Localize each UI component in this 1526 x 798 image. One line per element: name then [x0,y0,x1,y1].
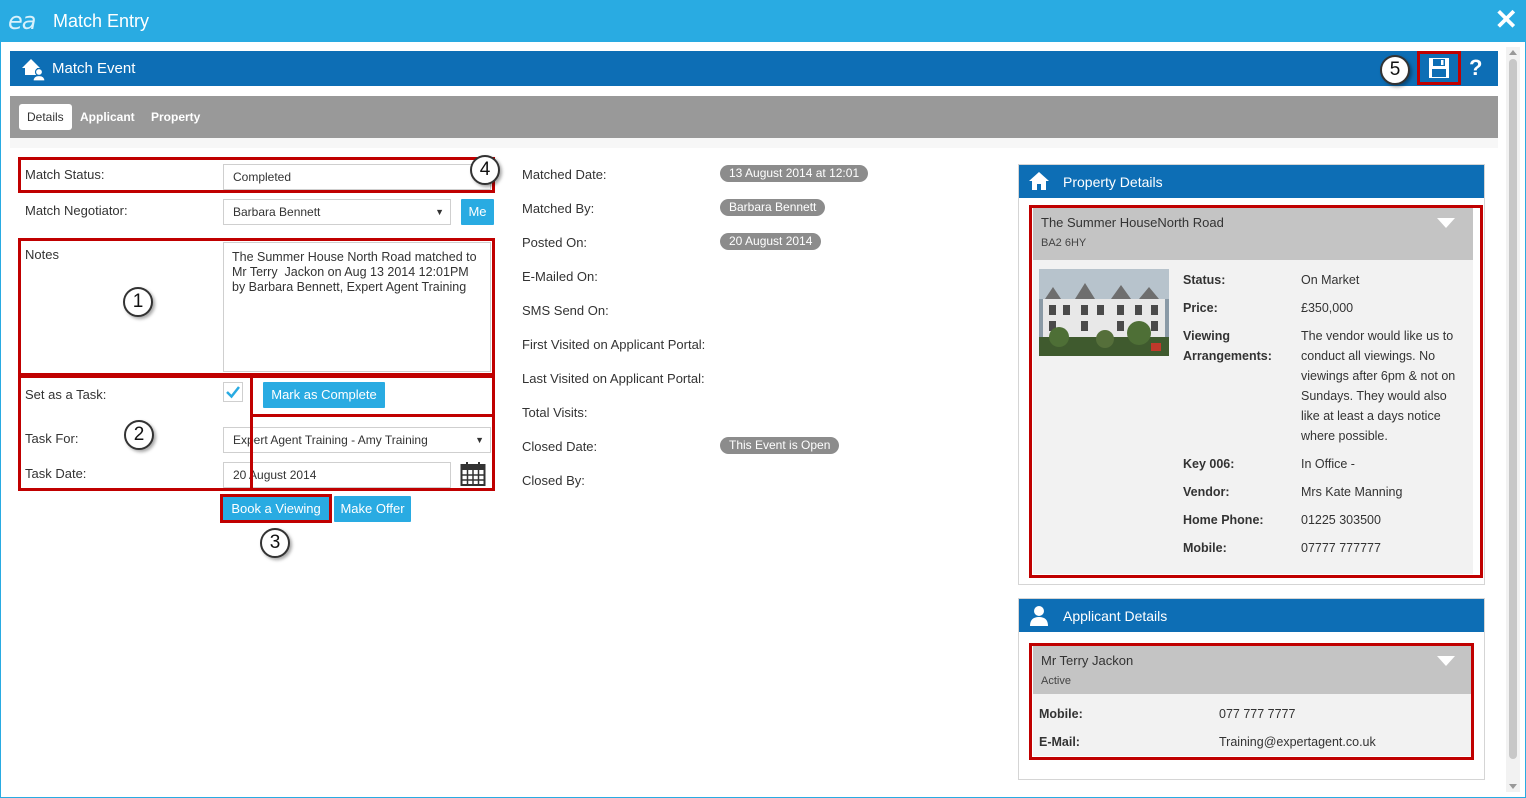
house-person-icon [22,59,46,82]
property-mobile-label: Mobile: [1183,541,1227,555]
collapse-caret-icon[interactable] [1437,656,1455,666]
matched-date-badge: 13 August 2014 at 12:01 [720,165,869,182]
negotiator-select[interactable]: Barbara Bennett ▼ [223,199,451,225]
applicant-panel: Applicant Details Mr Terry Jackon Active… [1018,598,1485,780]
property-price-value: £350,000 [1301,301,1354,315]
property-status-value: On Market [1301,273,1360,287]
task-checkbox[interactable] [223,382,243,402]
tab-details[interactable]: Details [19,104,72,130]
closed-date-badge: This Event is Open [720,437,840,454]
save-button[interactable] [1417,51,1461,85]
negotiator-value: Barbara Bennett [233,205,321,219]
task-date-label: Task Date: [25,466,87,481]
match-status-label: Match Status: [25,167,105,182]
property-viewing-label-1: Viewing [1183,329,1231,343]
task-date-field[interactable]: 20 August 2014 [223,462,451,488]
scroll-down-icon[interactable] [1509,784,1517,789]
property-panel-header: Property Details [1019,165,1484,198]
tab-bar: Details Applicant Property [10,96,1498,138]
calendar-icon[interactable] [460,461,486,487]
matched-by-label: Matched By: [522,201,595,216]
first-visited-label: First Visited on Applicant Portal: [522,337,706,352]
match-event-header: Match Event ? [10,51,1498,86]
property-home-phone-label: Home Phone: [1183,513,1264,527]
matched-date-label: Matched Date: [522,167,607,182]
book-viewing-button[interactable]: Book a Viewing [223,496,329,522]
applicant-email-label: E-Mail: [1039,735,1080,749]
task-label: Set as a Task: [25,387,107,402]
scroll-up-icon[interactable] [1509,50,1517,55]
callout-1: 1 [123,287,153,317]
property-panel-title: Property Details [1063,174,1163,190]
help-icon[interactable]: ? [1469,55,1482,81]
checkmark-icon [226,386,240,399]
callout-4: 4 [470,155,500,185]
property-panel: Property Details The Summer HouseNorth R… [1018,164,1485,585]
property-key-value: In Office - [1301,457,1355,471]
callout-3: 3 [260,528,290,558]
callout-2: 2 [124,420,154,450]
app-logo: ea [8,7,37,35]
make-offer-button[interactable]: Make Offer [334,496,411,522]
close-icon[interactable]: ✕ [1495,6,1518,34]
content-strip [10,138,1498,148]
task-for-value: Expert Agent Training - Amy Training [233,433,428,447]
window-title: Match Entry [53,11,150,31]
negotiator-label: Match Negotiator: [25,203,128,218]
property-card-header[interactable]: The Summer HouseNorth Road BA2 6HY [1033,208,1473,260]
property-photo [1039,269,1169,356]
match-event-title: Match Event [52,60,136,77]
task-for-label: Task For: [25,431,79,446]
property-price-label: Price: [1183,301,1218,315]
posted-on-label: Posted On: [522,235,588,250]
property-home-phone-value: 01225 303500 [1301,513,1381,527]
home-icon [1029,172,1049,190]
applicant-mobile-value: 077 777 7777 [1219,707,1296,721]
applicant-email-value[interactable]: Training@expertagent.co.uk [1219,732,1376,752]
last-visited-label: Last Visited on Applicant Portal: [522,371,705,386]
closed-by-label: Closed By: [522,473,585,488]
total-visits-label: Total Visits: [522,405,588,420]
applicant-panel-header: Applicant Details [1019,599,1484,632]
chevron-down-icon: ▼ [435,207,444,217]
match-status-field[interactable]: Completed [223,164,491,190]
notes-label: Notes [25,247,59,262]
emailed-on-label: E-Mailed On: [522,269,598,284]
posted-on-badge: 20 August 2014 [720,233,822,250]
property-vendor-value: Mrs Kate Manning [1301,485,1403,499]
property-mobile-value: 07777 777777 [1301,541,1381,555]
matched-by-badge: Barbara Bennett [720,199,826,216]
property-key-label: Key 006: [1183,457,1235,471]
applicant-name: Mr Terry Jackon [1041,653,1134,668]
me-button[interactable]: Me [461,199,494,225]
tab-applicant[interactable]: Applicant [72,104,143,130]
mark-complete-button[interactable]: Mark as Complete [263,382,385,408]
window-titlebar: ea Match Entry ✕ [0,0,1526,42]
property-viewing-label-2: Arrangements: [1183,349,1272,363]
collapse-caret-icon[interactable] [1437,218,1455,228]
notes-textarea[interactable]: The Summer House North Road matched to M… [223,242,491,372]
task-for-select[interactable]: Expert Agent Training - Amy Training ▼ [223,427,491,453]
chevron-down-icon: ▼ [475,435,484,445]
vertical-scrollbar[interactable] [1506,47,1520,792]
property-vendor-label: Vendor: [1183,485,1230,499]
property-postcode: BA2 6HY [1041,237,1087,249]
callout-5: 5 [1380,55,1410,85]
applicant-mobile-label: Mobile: [1039,707,1083,721]
tab-property[interactable]: Property [143,104,208,130]
user-icon [1030,606,1048,626]
property-name: The Summer HouseNorth Road [1041,215,1224,230]
scroll-thumb[interactable] [1509,59,1517,759]
property-viewing-value: The vendor would like us to conduct all … [1301,329,1456,443]
applicant-panel-title: Applicant Details [1063,608,1168,624]
applicant-status: Active [1041,675,1071,687]
property-status-label: Status: [1183,273,1226,287]
closed-date-label: Closed Date: [522,439,598,454]
save-icon [1429,58,1449,78]
sms-label: SMS Send On: [522,303,609,318]
applicant-card-header[interactable]: Mr Terry Jackon Active [1033,646,1473,694]
